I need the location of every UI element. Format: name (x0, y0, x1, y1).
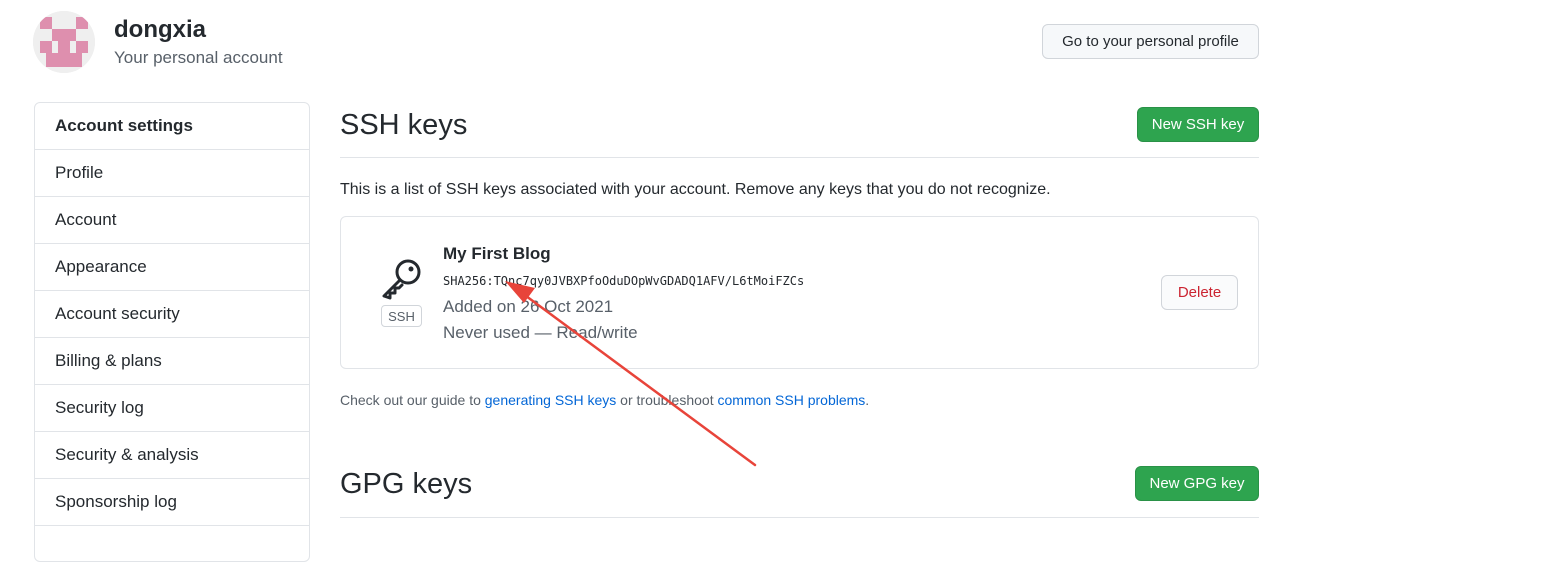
sidebar-item-sponsorship-log[interactable]: Sponsorship log (35, 479, 309, 526)
sidebar-item-account-security[interactable]: Account security (35, 291, 309, 338)
sidebar-item-security-log[interactable]: Security log (35, 385, 309, 432)
delete-ssh-key-button[interactable]: Delete (1161, 275, 1238, 310)
new-gpg-key-button[interactable]: New GPG key (1135, 466, 1259, 501)
account-subtitle: Your personal account (114, 48, 283, 67)
new-ssh-key-button[interactable]: New SSH key (1137, 107, 1259, 142)
ssh-key-usage: Never used — Read/write (443, 323, 638, 342)
gpg-divider (340, 517, 1259, 518)
sidebar-header-account-settings: Account settings (35, 103, 309, 150)
guide-suffix: . (865, 392, 870, 408)
common-ssh-problems-link[interactable]: common SSH problems (717, 392, 865, 408)
sidebar-item-next[interactable] (35, 526, 309, 561)
sidebar-item-account[interactable]: Account (35, 197, 309, 244)
key-icon (380, 258, 424, 305)
ssh-key-name: My First Blog (443, 244, 551, 263)
ssh-key-added-date: Added on 26 Oct 2021 (443, 297, 614, 316)
sidebar-item-billing-plans[interactable]: Billing & plans (35, 338, 309, 385)
sidebar-item-profile[interactable]: Profile (35, 150, 309, 197)
ssh-badge: SSH (381, 305, 422, 327)
ssh-divider (340, 157, 1259, 158)
ssh-key-fingerprint: SHA256:TQnc7qy0JVBXPfoOduDOpWvGDADQ1AFV/… (443, 274, 805, 288)
ssh-key-item (340, 216, 1259, 369)
avatar[interactable] (33, 11, 95, 73)
identicon-avatar-icon (33, 11, 95, 73)
settings-sidebar: Account settings Profile Account Appeara… (34, 102, 310, 562)
guide-middle: or troubleshoot (616, 392, 718, 408)
ssh-guide-text: Check out our guide to generating SSH ke… (340, 392, 869, 408)
generating-ssh-keys-link[interactable]: generating SSH keys (485, 392, 617, 408)
ssh-description: This is a list of SSH keys associated wi… (340, 181, 1051, 198)
sidebar-item-appearance[interactable]: Appearance (35, 244, 309, 291)
username: dongxia (114, 16, 207, 43)
guide-prefix: Check out our guide to (340, 392, 485, 408)
ssh-keys-title: SSH keys (340, 109, 468, 141)
go-to-profile-button[interactable]: Go to your personal profile (1042, 24, 1259, 59)
gpg-keys-title: GPG keys (340, 468, 473, 500)
sidebar-item-security-analysis[interactable]: Security & analysis (35, 432, 309, 479)
